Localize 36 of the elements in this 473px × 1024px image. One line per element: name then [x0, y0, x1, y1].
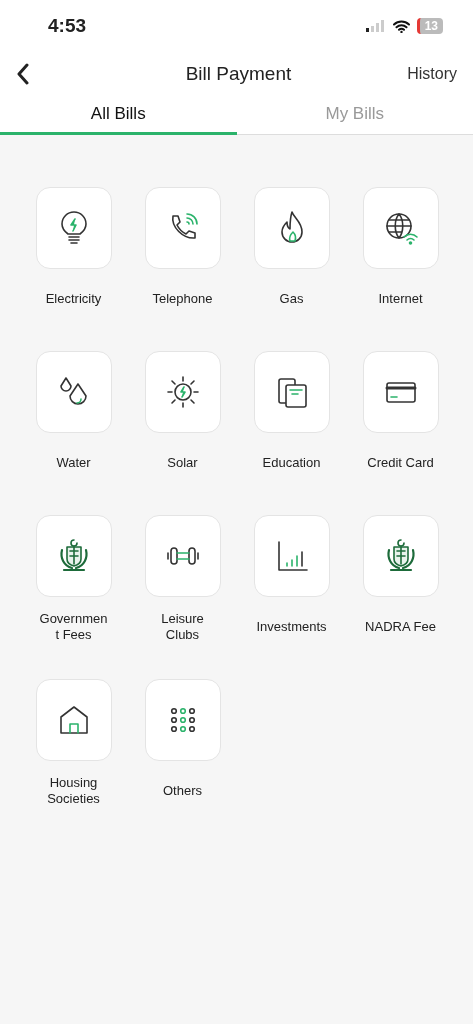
tab[interactable]: All Bills [0, 96, 237, 135]
category-label: Credit Card [367, 454, 434, 472]
category-label: Solar [167, 454, 198, 472]
category-tile[interactable] [362, 351, 439, 433]
category-tile[interactable] [144, 515, 221, 597]
category-label: Governmen t Fees [39, 611, 108, 643]
category-tile[interactable] [253, 351, 330, 433]
category-label: Education [262, 454, 321, 472]
wifi-icon [392, 19, 410, 33]
category-label: Housing Societies [47, 775, 100, 807]
category-tile[interactable] [144, 187, 221, 269]
category-tile[interactable] [35, 679, 112, 761]
category-tile[interactable] [362, 187, 439, 269]
category-tile[interactable] [144, 351, 221, 433]
category-tile[interactable] [35, 187, 112, 269]
category-tile[interactable] [253, 187, 330, 269]
category-label: Gas [279, 290, 304, 308]
category-tile[interactable] [362, 515, 439, 597]
category-label: Internet [378, 290, 423, 308]
category-label: Electricity [45, 290, 102, 308]
history-link[interactable]: History [403, 61, 461, 87]
category-label: Water [56, 454, 91, 472]
category-label: Leisure Clubs [161, 611, 204, 643]
category-tile[interactable] [144, 679, 221, 761]
category-label: Investments [256, 618, 327, 636]
battery-indicator: 13 [416, 18, 443, 34]
category-tile[interactable] [253, 515, 330, 597]
category-label: Telephone [152, 290, 213, 308]
category-label: NADRA Fee [365, 618, 436, 636]
category-tile[interactable] [35, 351, 112, 433]
status-time: 4:53 [48, 15, 87, 37]
back-icon[interactable] [16, 63, 30, 85]
category-label: Others [163, 782, 202, 800]
category-tile[interactable] [35, 515, 112, 597]
page-title: Bill Payment [185, 63, 292, 85]
signal-icon [365, 20, 386, 32]
